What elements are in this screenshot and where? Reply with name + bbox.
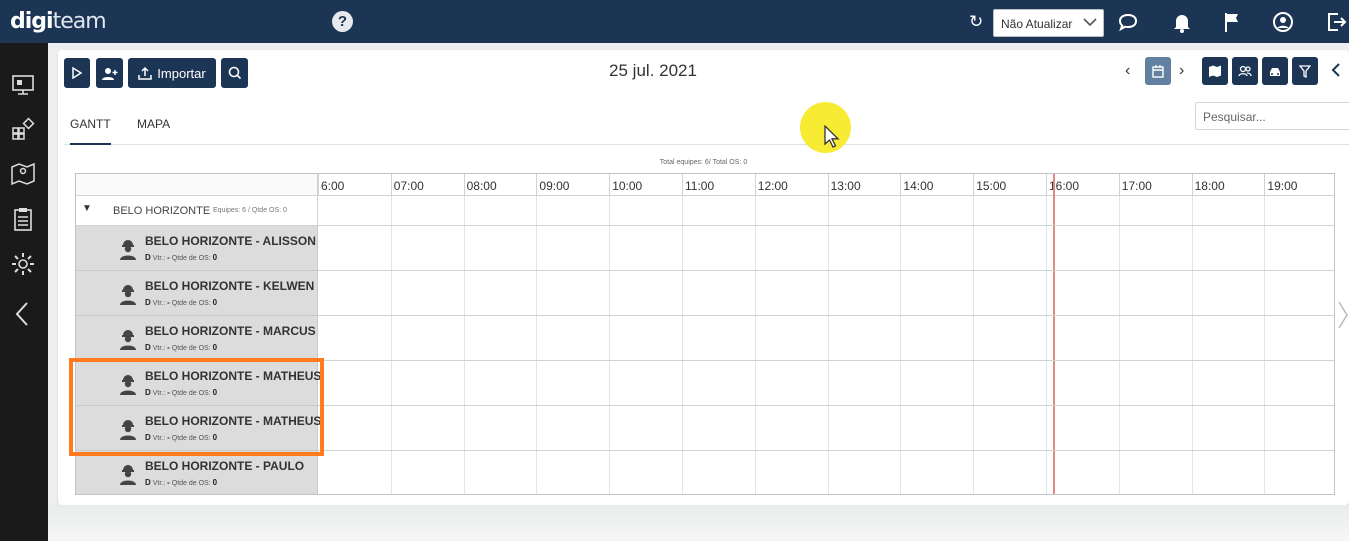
current-time-line <box>1053 174 1055 494</box>
team-meta: D Vtr.: - Qtde de OS: 0 <box>145 343 218 352</box>
top-bar: digiteam ? ↻ Não Atualizar <box>0 0 1349 43</box>
hour-label: 13:00 <box>827 174 901 196</box>
technician-icon <box>120 240 136 260</box>
team-name: BELO HORIZONTE - KELWEN <box>145 279 315 293</box>
technician-icon <box>120 330 136 350</box>
row-line <box>318 315 1334 316</box>
current-date: 25 jul. 2021 <box>609 61 697 80</box>
map-icon <box>1209 65 1221 77</box>
bottom-shadow <box>48 505 1349 541</box>
group-row[interactable]: ▼ BELO HORIZONTE Equipes: 6 / Qtde OS: 0 <box>76 196 318 226</box>
prev-day-button[interactable]: ‹ <box>1125 62 1130 80</box>
hour-label: 17:00 <box>1118 174 1192 196</box>
technician-icon <box>120 285 136 305</box>
teams-button[interactable] <box>1232 57 1258 85</box>
gear-icon[interactable] <box>10 251 36 277</box>
chevron-down-icon <box>1083 18 1097 27</box>
logout-icon[interactable] <box>1324 10 1348 34</box>
row-line <box>318 450 1334 451</box>
chevron-left-icon[interactable] <box>1331 62 1341 78</box>
team-name: BELO HORIZONTE - ALISSON <box>145 234 316 248</box>
flag-icon[interactable] <box>1221 10 1245 34</box>
hour-label: 14:00 <box>900 174 974 196</box>
vehicle-button[interactable] <box>1262 57 1288 85</box>
team-meta: D Vtr.: - Qtde de OS: 0 <box>145 478 218 487</box>
main-area: Importar 25 jul. 2021 ‹ › Pesquisar... G… <box>48 43 1349 541</box>
filter-icon <box>1299 64 1311 78</box>
view-tabs: GANTT MAPA <box>64 105 1349 145</box>
team-row[interactable]: BELO HORIZONTE - MARCUS D Vtr.: - Qtde de… <box>76 316 318 361</box>
tab-gantt[interactable]: GANTT <box>70 117 111 145</box>
hour-label: 15:00 <box>973 174 1046 196</box>
team-row[interactable]: BELO HORIZONTE - ALISSON D Vtr.: - Qtde d… <box>76 226 318 271</box>
gantt-summary: Total equipes: 6/ Total OS: 0 <box>659 159 748 166</box>
clipboard-icon[interactable] <box>10 206 36 232</box>
sidebar <box>0 43 48 541</box>
team-meta: D Vtr.: - Qtde de OS: 0 <box>145 298 218 307</box>
hour-label: 09:00 <box>536 174 610 196</box>
map-icon[interactable] <box>10 161 36 187</box>
highlight-box <box>69 358 324 456</box>
next-day-button[interactable]: › <box>1179 62 1184 80</box>
hour-label: 08:00 <box>463 174 537 196</box>
app-logo[interactable]: digiteam <box>10 9 107 34</box>
dashboard-icon[interactable] <box>10 71 36 97</box>
tab-mapa[interactable]: MAPA <box>137 117 170 131</box>
user-circle-icon[interactable] <box>1271 10 1295 34</box>
group-meta: Equipes: 6 / Qtde OS: 0 <box>213 207 287 214</box>
car-icon <box>1270 67 1280 76</box>
map-view-button[interactable] <box>1202 57 1228 85</box>
group-name: BELO HORIZONTE <box>113 205 211 217</box>
hour-label: 10:00 <box>609 174 682 196</box>
team-row[interactable]: BELO HORIZONTE - KELWEN D Vtr.: - Qtde de… <box>76 271 318 316</box>
team-meta: D Vtr.: - Qtde de OS: 0 <box>145 253 218 262</box>
hour-label: 6:00 <box>318 174 391 196</box>
mouse-cursor-icon <box>824 125 840 148</box>
calendar-button[interactable] <box>1145 57 1171 85</box>
team-row[interactable]: BELO HORIZONTE - PAULO D Vtr.: - Qtde de … <box>76 451 318 494</box>
row-line <box>318 270 1334 271</box>
refresh-icon[interactable]: ↻ <box>969 12 983 32</box>
team-name: BELO HORIZONTE - MARCUS <box>145 324 316 338</box>
hour-label: 12:00 <box>754 174 828 196</box>
chevron-right-icon[interactable] <box>1337 300 1349 330</box>
technician-icon <box>120 465 136 485</box>
users-icon <box>1238 65 1252 77</box>
hour-label: 07:00 <box>390 174 464 196</box>
hour-label: 19:00 <box>1264 174 1334 196</box>
gantt-header-corner <box>76 174 318 196</box>
row-line <box>318 225 1334 226</box>
row-line <box>318 360 1334 361</box>
refresh-select[interactable]: Não Atualizar <box>993 9 1104 37</box>
team-name: BELO HORIZONTE - PAULO <box>145 459 305 473</box>
hour-label: 16:00 <box>1046 174 1119 196</box>
modules-icon[interactable] <box>10 116 36 142</box>
chat-icon[interactable] <box>1116 10 1140 34</box>
filter-button[interactable] <box>1292 57 1318 85</box>
collapse-icon[interactable] <box>10 301 36 327</box>
refresh-select-value: Não Atualizar <box>1001 17 1073 31</box>
help-icon[interactable]: ? <box>332 11 353 32</box>
calendar-icon <box>1152 64 1164 78</box>
bell-icon[interactable] <box>1170 10 1194 34</box>
expand-triangle-icon[interactable]: ▼ <box>82 203 92 214</box>
row-line <box>318 405 1334 406</box>
hour-label: 11:00 <box>682 174 755 196</box>
hour-label: 18:00 <box>1191 174 1265 196</box>
